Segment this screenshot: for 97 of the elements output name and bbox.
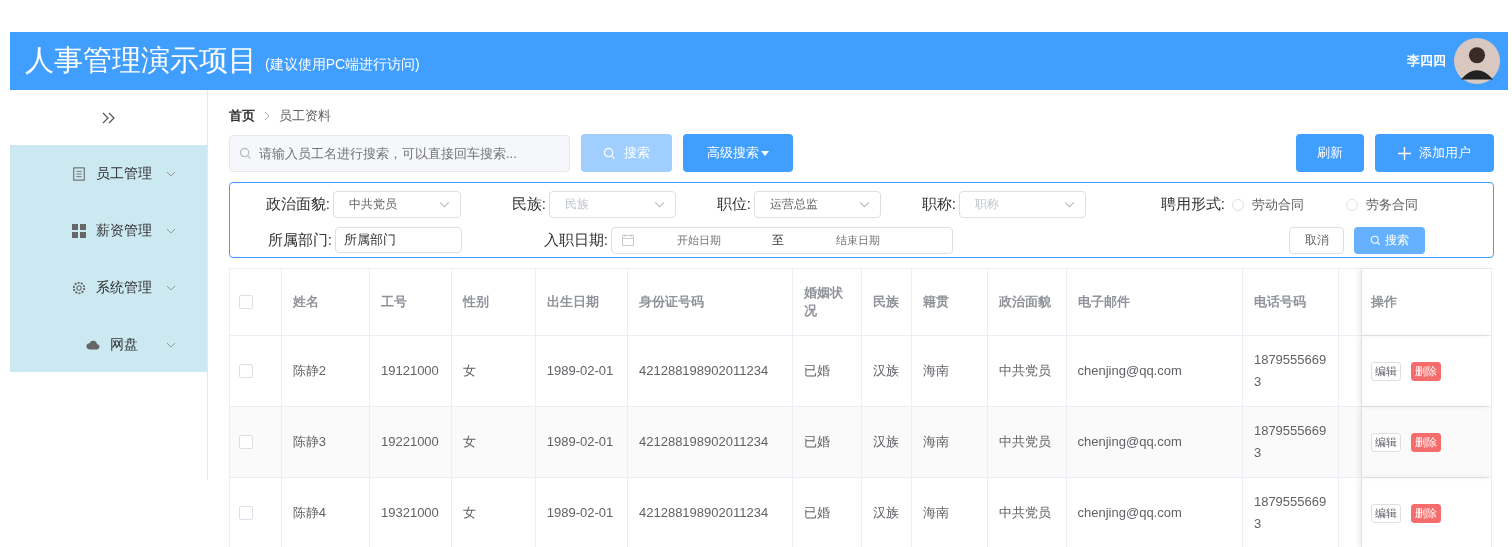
table-cell-text: 19321000 bbox=[381, 504, 439, 522]
table-cell-text: 18795556693 bbox=[1253, 422, 1328, 462]
start-date-field[interactable]: 开始日期 bbox=[634, 233, 763, 247]
table-cell-text: 421288198902011234 bbox=[639, 362, 769, 380]
edit-button[interactable]: 编辑 bbox=[1371, 361, 1402, 381]
table-cell-text: 421288198902011234 bbox=[639, 504, 769, 522]
table-cell-text: 19221000 bbox=[381, 433, 439, 451]
table-cell-text: 18795556693 bbox=[1253, 351, 1328, 391]
filter-label: 所属部门: bbox=[266, 230, 333, 250]
search-icon bbox=[1370, 234, 1381, 246]
table-cell-text: 19121000 bbox=[381, 362, 439, 380]
table-cell-text: 女 bbox=[463, 362, 477, 380]
edit-button[interactable]: 编辑 bbox=[1371, 432, 1402, 452]
filter-label: 入职日期: bbox=[542, 230, 609, 250]
chevron-down-icon bbox=[166, 170, 176, 177]
column-header: 民族 bbox=[872, 293, 899, 311]
sidebar-item[interactable]: 薪资管理 bbox=[10, 202, 207, 259]
table-cell-text: 中共党员 bbox=[999, 362, 1052, 380]
table-cell-text: 陈静4 bbox=[292, 504, 326, 522]
radio-option[interactable]: 劳务合同 bbox=[1346, 195, 1418, 214]
filter-label: 聘用形式: bbox=[1159, 195, 1226, 214]
column-header: 婚姻状况 bbox=[804, 284, 845, 320]
sidebar-item[interactable]: 网盘 bbox=[10, 316, 207, 373]
table-cell-text: 已婚 bbox=[804, 504, 831, 522]
table-cell-text: 已婚 bbox=[804, 362, 831, 380]
column-header: 籍贯 bbox=[922, 293, 949, 311]
avatar[interactable] bbox=[1454, 38, 1500, 84]
chevron-down-icon bbox=[439, 201, 450, 208]
calendar-icon bbox=[622, 234, 634, 246]
table-cell-text: 中共党员 bbox=[999, 433, 1052, 451]
expand-icon[interactable] bbox=[101, 111, 116, 124]
column-header: 出生日期 bbox=[546, 293, 599, 311]
search-icon bbox=[239, 146, 252, 160]
app-title: 人事管理演示项目 bbox=[25, 43, 257, 78]
column-header: 电话号码 bbox=[1253, 293, 1306, 311]
table-cell-text: 陈静3 bbox=[292, 433, 326, 451]
chevron-down-icon bbox=[166, 284, 176, 291]
column-header: 姓名 bbox=[292, 293, 319, 311]
select-field[interactable]: 运营总监 bbox=[754, 191, 881, 218]
range-separator: 至 bbox=[771, 231, 785, 249]
table-cell-text: 汉族 bbox=[872, 362, 899, 380]
table-cell-text: 海南 bbox=[922, 362, 949, 380]
search-field[interactable]: 请输入员工名进行搜索，可以直接回车搜索... bbox=[229, 134, 570, 172]
table-cell-text: 海南 bbox=[922, 504, 949, 522]
table-cell-text: chenjing@qq.com bbox=[1077, 362, 1182, 380]
sidebar-item[interactable]: 系统管理 bbox=[10, 259, 207, 316]
gear-icon bbox=[72, 280, 86, 295]
column-header: 政治面貌 bbox=[999, 293, 1052, 311]
edit-button[interactable]: 编辑 bbox=[1371, 503, 1402, 523]
chevron-right-icon bbox=[264, 111, 270, 121]
plus-icon bbox=[1398, 146, 1411, 160]
app-subtitle: (建议使用PC端进行访问) bbox=[265, 56, 420, 74]
select-field[interactable]: 中共党员 bbox=[333, 191, 461, 218]
end-date-field[interactable]: 结束日期 bbox=[793, 233, 922, 247]
sidebar-item[interactable]: 员工管理 bbox=[10, 145, 207, 202]
table-cell-text: 中共党员 bbox=[999, 504, 1052, 522]
row-checkbox[interactable] bbox=[239, 506, 253, 520]
grid-icon bbox=[72, 223, 86, 238]
table-cell-text: 1989-02-01 bbox=[546, 504, 614, 522]
table-cell-text: 1989-02-01 bbox=[546, 433, 614, 451]
table-cell-text: 汉族 bbox=[872, 504, 899, 522]
table-cell-text: 1989-02-01 bbox=[546, 362, 614, 380]
radio-option[interactable]: 劳动合同 bbox=[1232, 195, 1304, 214]
table-cell-text: 海南 bbox=[922, 433, 949, 451]
table-cell-text: chenjing@qq.com bbox=[1077, 433, 1182, 451]
filter-label: 职称: bbox=[920, 195, 957, 214]
table-cell-text: 汉族 bbox=[872, 433, 899, 451]
search-icon bbox=[603, 146, 616, 160]
breadcrumb-item[interactable]: 首页 bbox=[229, 107, 255, 125]
chevron-down-icon bbox=[166, 227, 176, 234]
document-icon bbox=[72, 166, 86, 181]
breadcrumb-item: 员工资料 bbox=[279, 107, 331, 125]
row-checkbox[interactable] bbox=[239, 364, 253, 378]
chevron-down-icon bbox=[859, 201, 870, 208]
table-cell-text: 陈静2 bbox=[292, 362, 326, 380]
chevron-down-icon bbox=[654, 201, 665, 208]
department-field[interactable]: 所属部门 bbox=[335, 227, 462, 253]
chevron-down-icon bbox=[166, 341, 176, 348]
cancel-button[interactable]: 取消 bbox=[1289, 226, 1344, 254]
table-cell-text: chenjing@qq.com bbox=[1077, 504, 1182, 522]
table-cell-text: 女 bbox=[463, 433, 477, 451]
column-header: 身份证号码 bbox=[639, 293, 704, 311]
row-checkbox[interactable] bbox=[239, 435, 253, 449]
caret-down-icon bbox=[761, 150, 769, 156]
column-header: 电子邮件 bbox=[1077, 293, 1130, 311]
chevron-down-icon bbox=[1064, 201, 1075, 208]
table-cell-text: 已婚 bbox=[804, 433, 831, 451]
table-cell-text: 女 bbox=[463, 504, 477, 522]
select-all-checkbox[interactable] bbox=[239, 295, 253, 309]
filter-label: 政治面貌: bbox=[264, 195, 331, 214]
column-header: 操作 bbox=[1371, 293, 1398, 311]
table-cell-text: 421288198902011234 bbox=[639, 433, 769, 451]
column-header: 工号 bbox=[381, 293, 407, 311]
table-cell-text: 18795556693 bbox=[1253, 493, 1328, 533]
column-header: 性别 bbox=[463, 293, 490, 311]
filter-label: 民族: bbox=[510, 195, 547, 214]
filter-label: 职位: bbox=[715, 195, 752, 214]
